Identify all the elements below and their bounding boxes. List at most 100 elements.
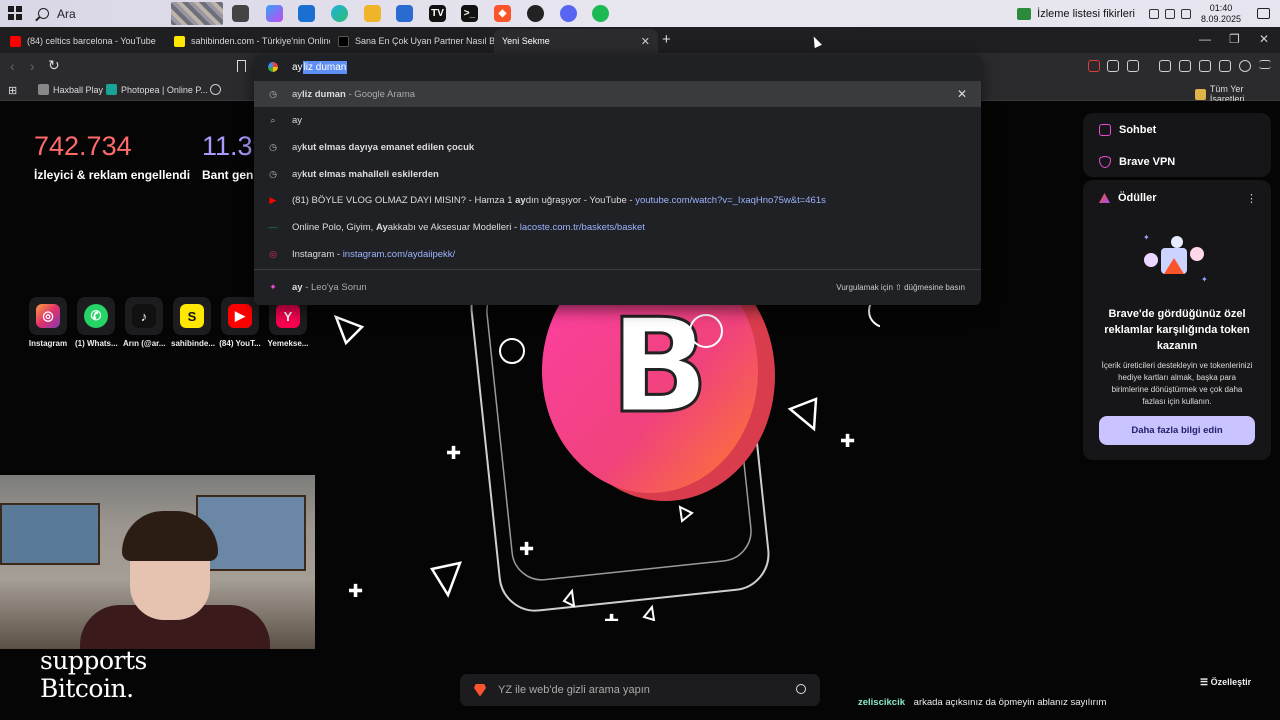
rail-vpn[interactable]: Brave VPN (1099, 156, 1175, 168)
learn-more-button[interactable]: Daha fazla bilgi edin (1099, 416, 1255, 445)
bandwidth-saved-label: Bant geni (202, 168, 257, 182)
leo-icon[interactable] (1219, 60, 1231, 72)
close-window-button[interactable]: ✕ (1259, 32, 1269, 46)
top-site-whatsapp[interactable]: ✆ (1) Whats... (75, 297, 118, 348)
clock[interactable]: 01:40 8.09.2025 (1201, 3, 1241, 25)
autocomplete-selection: liz duman (302, 60, 348, 74)
reload-button[interactable]: ↻ (48, 57, 60, 74)
address-bar-text[interactable]: ayliz duman (292, 60, 348, 74)
rewards-illustration: ✦ ✦ (1143, 233, 1208, 284)
top-site-instagram[interactable]: ◎ Instagram (27, 297, 69, 348)
bookmark-photopea[interactable]: Photopea | Online P... (106, 84, 208, 95)
search-icon: ⌕ (270, 114, 276, 125)
customize-button[interactable]: ☰ Özelleştir (1200, 677, 1251, 688)
google-icon (268, 62, 278, 72)
forward-button[interactable]: › (30, 58, 35, 74)
right-rail-shortcuts: Sohbet Brave VPN (1083, 113, 1271, 177)
top-site-sahibinden[interactable]: S sahibinde... (171, 297, 215, 348)
suggestion-row[interactable]: ⌕ ay (254, 107, 981, 133)
menu-icon[interactable] (1259, 60, 1271, 69)
youtube-icon: ▶ (228, 304, 252, 328)
windows-start-icon[interactable] (8, 6, 22, 20)
taskbar-search-placeholder: Ara (57, 6, 76, 21)
bookmark-icon[interactable] (237, 60, 246, 72)
top-site-youtube[interactable]: ▶ (84) YouT... (219, 297, 261, 348)
sidebar-icon[interactable] (1179, 60, 1191, 72)
apps-icon[interactable]: ⊞ (8, 84, 17, 97)
rail-chat-label: Sohbet (1119, 124, 1157, 136)
display-icon[interactable] (1180, 8, 1191, 19)
history-icon: ◷ (269, 88, 277, 99)
rewards-headline: Brave'de gördüğünüz özel reklamlar karşı… (1104, 308, 1250, 352)
chevron-up-icon[interactable] (1148, 8, 1159, 19)
leo-suggestion-row[interactable]: ✦ ay - Leo'ya Sorun Vurgulamak için ⇧ dü… (254, 274, 981, 300)
suggestion-row[interactable]: — Online Polo, Giyim, Ayakkabı ve Aksesu… (254, 214, 981, 240)
customize-label: Özelleştir (1210, 677, 1252, 687)
suggestion-text: aykut elmas dayıya emanet edilen çocuk (292, 141, 475, 153)
extensions-icon[interactable] (1107, 60, 1119, 72)
copilot-icon[interactable] (266, 5, 283, 22)
more-options-icon[interactable]: ⋮ (1246, 192, 1257, 205)
minimize-button[interactable]: — (1199, 32, 1211, 46)
svg-text:✦: ✦ (1143, 233, 1150, 242)
top-site-label: Yemekse... (267, 339, 309, 348)
notification-icon[interactable] (1257, 8, 1270, 19)
rewards-title: Ödüller (1099, 192, 1157, 204)
youtube-icon (10, 35, 21, 47)
suggestion-row[interactable]: ◷ ayliz duman - Google Arama ✕ (254, 81, 981, 107)
rewards-card: Ödüller ⋮ ✦ ✦ Brave'de gördüğünüz özel r… (1083, 180, 1271, 460)
store-icon[interactable] (396, 5, 413, 22)
spotify-icon[interactable] (592, 5, 609, 22)
address-bar[interactable]: ayliz duman (254, 55, 981, 79)
instagram-icon: ◎ (269, 248, 277, 259)
vpn-shield-icon (1099, 156, 1111, 168)
top-site-tiktok[interactable]: ♪ Arın (@ar... (123, 297, 165, 348)
watchlist-widget[interactable]: İzleme listesi fikirleri (1017, 7, 1135, 20)
suggestion-row[interactable]: ▶ (81) BÖYLE VLOG OLMAZ DAYI MISIN? - Ha… (254, 187, 981, 213)
screenshot-icon[interactable] (1127, 60, 1139, 72)
media-icon[interactable] (1159, 60, 1171, 72)
suggestion-row[interactable]: ◎ Instagram - instagram.com/aydaiipekk/ (254, 241, 981, 267)
ntp-search-box[interactable]: YZ ile web'de gizli arama yapın (460, 674, 820, 706)
mail-icon[interactable] (298, 5, 315, 22)
edge-icon[interactable] (331, 5, 348, 22)
close-icon[interactable]: ✕ (641, 35, 650, 48)
yemeksepeti-icon: Y (276, 304, 300, 328)
tradingview-icon[interactable]: TV (429, 5, 446, 22)
bookmark-haxball[interactable]: Haxball Play (38, 84, 103, 95)
task-view-icon[interactable] (232, 5, 249, 22)
top-site-label: Instagram (28, 339, 68, 348)
remove-suggestion-icon[interactable]: ✕ (957, 87, 967, 101)
top-site-label: (1) Whats... (75, 339, 118, 348)
search-highlight-banner[interactable] (171, 2, 223, 25)
file-explorer-icon[interactable] (364, 5, 381, 22)
maximize-button[interactable]: ❐ (1229, 32, 1240, 46)
brave-icon[interactable]: ◆ (494, 5, 511, 22)
search-icon[interactable] (796, 684, 806, 694)
vpn-shield-icon[interactable] (1239, 60, 1251, 72)
back-button[interactable]: ‹ (10, 58, 15, 74)
tab-sahibinden[interactable]: sahibinden.com - Türkiye'nin Online (166, 29, 330, 53)
rail-chat[interactable]: Sohbet (1099, 124, 1156, 136)
omnibox-dropdown: ayliz duman ◷ ayliz duman - Google Arama… (254, 55, 981, 305)
tab-tiktok[interactable]: Sana En Çok Uyan Partner Nasıl Biri? (330, 29, 494, 53)
app-icon[interactable] (527, 5, 544, 22)
suggestion-row[interactable]: ◷ aykut elmas dayıya emanet edilen çocuk (254, 134, 981, 160)
rewards-title-text: Ödüller (1118, 192, 1157, 204)
tab-new-tab[interactable]: Yeni Sekme ✕ (494, 29, 658, 53)
bookmark-globe[interactable] (210, 84, 221, 95)
tab-youtube[interactable]: (84) celtics barcelona - YouTube (2, 29, 166, 53)
terminal-icon[interactable]: >_ (461, 5, 478, 22)
new-tab-button[interactable]: + (662, 31, 671, 48)
discord-icon[interactable] (560, 5, 577, 22)
leo-icon: ✦ (269, 281, 277, 292)
adblock-icon[interactable] (1088, 60, 1100, 72)
suggestion-row[interactable]: ◷ aykut elmas mahalleli eskilerden (254, 161, 981, 187)
lacoste-icon: — (268, 222, 278, 232)
taskbar-search[interactable]: Ara (30, 3, 170, 24)
network-icon[interactable] (1164, 8, 1175, 19)
system-tray[interactable] (1148, 8, 1191, 19)
wallet-icon[interactable] (1199, 60, 1211, 72)
webcam-overlay (0, 475, 315, 649)
stocks-icon (1017, 7, 1032, 20)
